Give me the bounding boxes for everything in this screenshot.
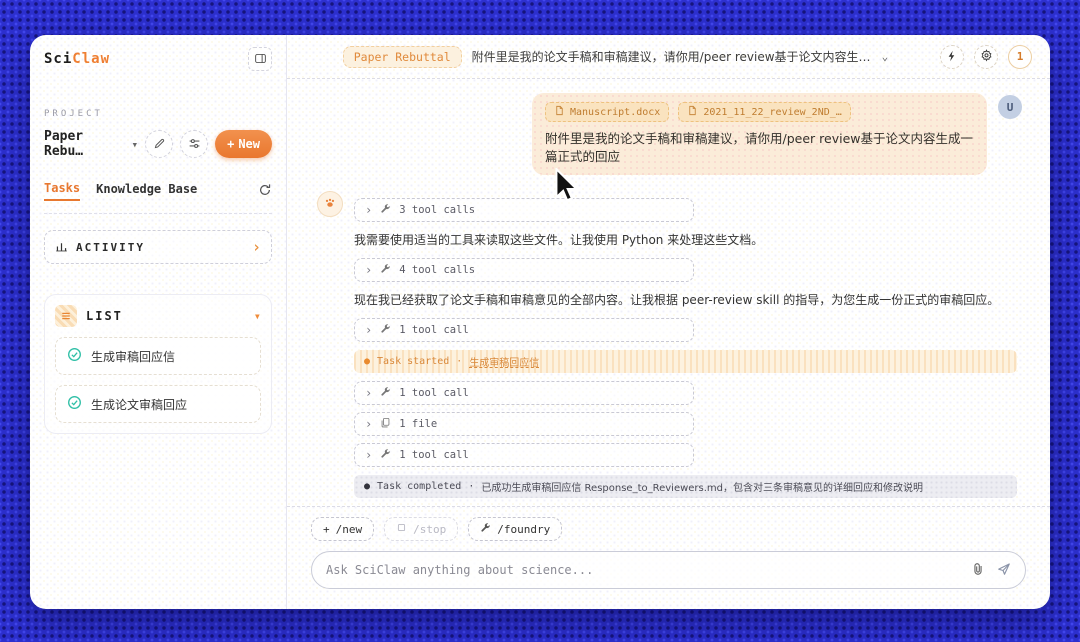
status-dot: ● (364, 481, 370, 492)
activity-section[interactable]: ACTIVITY › (44, 230, 272, 264)
check-circle-icon (67, 395, 82, 414)
new-project-button[interactable]: + New (215, 130, 272, 158)
chevron-down-icon: ▾ (131, 138, 138, 151)
app-window: SciClaw PROJECT Paper Rebu… ▾ (30, 35, 1050, 609)
project-name: Paper Rebu… (44, 129, 125, 159)
chevron-right-icon: › (365, 448, 372, 462)
sidebar: SciClaw PROJECT Paper Rebu… ▾ (30, 35, 287, 609)
tool-calls-accordion[interactable]: › 1 tool call (354, 318, 694, 342)
task-list-panel: LIST ▾ 生成审稿回应信 生成论文审稿回应 (44, 294, 272, 434)
chevron-right-icon: › (365, 263, 372, 277)
wrench-icon (380, 386, 391, 400)
list-icon (55, 305, 77, 327)
status-dot: ● (364, 356, 370, 367)
tool-calls-accordion[interactable]: › 1 tool call (354, 381, 694, 405)
command-chip-stop[interactable]: /stop (384, 517, 458, 541)
command-chip-new[interactable]: + /new (311, 517, 374, 541)
usage-counter-badge[interactable]: 1 (1008, 45, 1032, 69)
app-logo: SciClaw (44, 51, 110, 67)
chevron-right-icon: › (365, 323, 372, 337)
refresh-icon (258, 182, 272, 201)
wrench-icon (380, 203, 391, 217)
list-item[interactable]: 生成审稿回应信 (55, 337, 261, 375)
task-link[interactable]: 生成审稿回应信 (469, 354, 539, 369)
assistant-paragraph: 现在我已经获取了论文手稿和审稿意见的全部内容。让我根据 peer-review … (354, 291, 1022, 309)
paw-icon (323, 195, 337, 214)
assistant-message: › 3 tool calls 我需要使用适当的工具来读取这些文件。让我使用 Py… (317, 191, 1022, 506)
project-selector[interactable]: Paper Rebu… ▾ (44, 129, 138, 159)
chevron-right-icon: › (252, 240, 261, 255)
tab-knowledge-base[interactable]: Knowledge Base (96, 182, 197, 200)
tab-tasks[interactable]: Tasks (44, 181, 80, 201)
sidebar-divider (44, 213, 272, 214)
chevron-right-icon: › (365, 417, 372, 431)
check-circle-icon (67, 347, 82, 366)
assistant-paragraph: 我需要使用适当的工具来读取这些文件。让我使用 Python 来处理这些文档。 (354, 231, 1022, 249)
task-completed-text: 已成功生成审稿回应信 Response_to_Reviewers.md，包含对三… (481, 479, 923, 494)
stop-square-icon (396, 522, 407, 536)
paperclip-icon (971, 561, 985, 580)
chevron-down-icon[interactable]: ⌄ (882, 50, 889, 63)
gear-icon (980, 47, 993, 66)
edit-project-button[interactable] (145, 130, 173, 158)
pencil-icon (153, 135, 166, 154)
lightning-icon (946, 47, 958, 66)
conversation-header: Paper Rebuttal 附件里是我的论文手稿和审稿建议，请你用/peer … (287, 35, 1050, 79)
attach-file-button[interactable] (971, 561, 985, 580)
settings-button[interactable] (974, 45, 998, 69)
tool-calls-accordion[interactable]: › 1 tool call (354, 443, 694, 467)
tool-calls-accordion[interactable]: › 3 tool calls (354, 198, 694, 222)
list-title: LIST (86, 309, 245, 323)
send-icon (997, 561, 1011, 580)
collapse-sidebar-button[interactable] (248, 47, 272, 71)
chevron-down-icon: ▾ (254, 309, 261, 323)
conversation-title: 附件里是我的论文手稿和审稿建议，请你用/peer review基于论文内容生成一… (472, 48, 872, 65)
sliders-icon (188, 135, 201, 154)
quick-actions-button[interactable] (940, 45, 964, 69)
attachment-chip[interactable]: 2021_11_22_review_2ND_… (678, 102, 850, 122)
user-message-bubble: Manuscript.docx 2021_11_22_review_2ND_… … (532, 93, 987, 175)
wrench-icon (380, 448, 391, 462)
panel-toggle-icon (254, 50, 267, 69)
user-message: Manuscript.docx 2021_11_22_review_2ND_… … (317, 93, 1022, 175)
chat-scroll-area[interactable]: Manuscript.docx 2021_11_22_review_2ND_… … (287, 79, 1050, 506)
tool-calls-accordion[interactable]: › 4 tool calls (354, 258, 694, 282)
main-area: Paper Rebuttal 附件里是我的论文手稿和审稿建议，请你用/peer … (287, 35, 1050, 609)
refresh-button[interactable] (258, 182, 272, 201)
user-message-text: 附件里是我的论文手稿和审稿建议，请你用/peer review基于论文内容生成一… (545, 130, 974, 166)
wrench-icon (380, 323, 391, 337)
message-input[interactable] (326, 563, 959, 577)
composer: + /new /stop /foundry (287, 506, 1050, 609)
assistant-avatar (317, 191, 343, 217)
list-item[interactable]: 生成论文审稿回应 (55, 385, 261, 423)
task-completed-banner: ● Task completed · 已成功生成审稿回应信 Response_t… (354, 475, 1017, 498)
plus-icon: + (323, 523, 330, 536)
wrench-icon (480, 522, 491, 536)
project-badge[interactable]: Paper Rebuttal (343, 46, 462, 68)
bar-chart-icon (55, 238, 68, 257)
files-accordion[interactable]: › 1 file (354, 412, 694, 436)
chevron-right-icon: › (365, 203, 372, 217)
file-icon (380, 417, 391, 431)
project-section-label: PROJECT (44, 109, 272, 119)
wrench-icon (380, 263, 391, 277)
document-icon (687, 105, 698, 119)
plus-icon: + (227, 137, 234, 151)
message-input-bar (311, 551, 1026, 589)
send-button[interactable] (997, 561, 1011, 580)
task-list-header[interactable]: LIST ▾ (55, 305, 261, 327)
user-avatar: U (998, 95, 1022, 119)
document-icon (554, 105, 565, 119)
command-chip-foundry[interactable]: /foundry (468, 517, 562, 541)
activity-label: ACTIVITY (76, 241, 244, 254)
attachment-chip[interactable]: Manuscript.docx (545, 102, 669, 122)
project-settings-button[interactable] (180, 130, 208, 158)
task-started-banner: ● Task started · 生成审稿回应信 (354, 350, 1017, 373)
chevron-right-icon: › (365, 386, 372, 400)
